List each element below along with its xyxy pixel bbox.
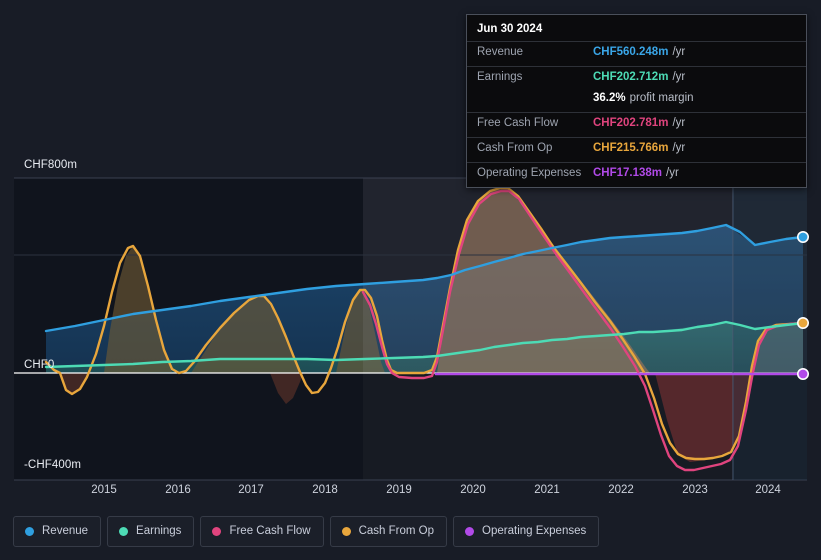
- x-tick-2022: 2022: [608, 484, 634, 496]
- chart-legend: Revenue Earnings Free Cash Flow Cash Fro…: [13, 516, 600, 547]
- tooltip-label-free-cash-flow: Free Cash Flow: [477, 117, 559, 129]
- legend-dot-revenue-icon: [25, 527, 34, 536]
- x-axis: 2015 2016 2017 2018 2019 2020 2021 2022 …: [0, 484, 821, 500]
- tooltip-value-revenue: CHF560.248m: [593, 46, 669, 58]
- endpoint-cash-from-op: [796, 316, 809, 329]
- x-tick-2017: 2017: [238, 484, 264, 496]
- endpoint-revenue: [796, 231, 809, 244]
- legend-item-free-cash-flow[interactable]: Free Cash Flow: [200, 516, 324, 547]
- tooltip-label-revenue: Revenue: [477, 46, 524, 58]
- tooltip-value-operating-expenses: CHF17.138m: [593, 167, 663, 179]
- tooltip-value-profit-margin: 36.2%: [593, 92, 626, 104]
- tooltip-suffix-cash-from-op: /yr: [672, 142, 686, 154]
- tooltip-row-cash-from-op: Cash From Op CHF215.766m /yr: [467, 137, 806, 162]
- tooltip-value-free-cash-flow: CHF202.781m: [593, 117, 669, 129]
- y-axis-label-800: CHF800m: [24, 159, 78, 171]
- data-tooltip: Jun 30 2024 Revenue CHF560.248m /yr Earn…: [466, 14, 807, 188]
- y-axis-label-zero: CHF0: [24, 359, 55, 371]
- tooltip-value-earnings: CHF202.712m: [593, 71, 669, 83]
- tooltip-suffix-revenue: /yr: [672, 46, 686, 58]
- tooltip-suffix-operating-expenses: /yr: [666, 167, 679, 179]
- endpoint-operating-expenses: [796, 367, 809, 380]
- chart-page: CHF800m CHF0 -CHF400m 2015 2016 2017 201…: [0, 0, 821, 560]
- tooltip-suffix-free-cash-flow: /yr: [672, 117, 686, 129]
- tooltip-value-cash-from-op: CHF215.766m: [593, 142, 669, 154]
- legend-label-cash-from-op: Cash From Op: [358, 525, 435, 537]
- legend-dot-free-cash-flow-icon: [212, 527, 222, 536]
- tooltip-row-revenue: Revenue CHF560.248m /yr: [467, 41, 806, 66]
- legend-label-operating-expenses: Operating Expenses: [482, 525, 587, 537]
- tooltip-label-cash-from-op: Cash From Op: [477, 142, 553, 154]
- tooltip-row-profit-margin: 36.2% profit margin: [467, 91, 806, 112]
- tooltip-suffix-profit-margin: profit margin: [629, 92, 694, 104]
- tooltip-date: Jun 30 2024: [477, 23, 543, 35]
- x-tick-2018: 2018: [312, 484, 338, 496]
- legend-label-earnings: Earnings: [136, 525, 182, 537]
- legend-label-revenue: Revenue: [42, 525, 89, 537]
- legend-item-earnings[interactable]: Earnings: [107, 516, 195, 547]
- legend-item-revenue[interactable]: Revenue: [13, 516, 102, 547]
- x-tick-2023: 2023: [682, 484, 708, 496]
- x-tick-2020: 2020: [460, 484, 486, 496]
- x-tick-2015: 2015: [91, 484, 117, 496]
- x-tick-2021: 2021: [534, 484, 560, 496]
- legend-dot-cash-from-op-icon: [341, 527, 351, 536]
- x-tick-2024: 2024: [755, 484, 781, 496]
- legend-dot-earnings-icon: [119, 527, 129, 536]
- legend-item-cash-from-op[interactable]: Cash From Op: [329, 516, 448, 547]
- tooltip-label-earnings: Earnings: [477, 71, 523, 83]
- x-tick-2019: 2019: [386, 484, 412, 496]
- tooltip-suffix-earnings: /yr: [672, 71, 686, 83]
- y-axis-label-neg400: -CHF400m: [24, 459, 82, 471]
- tooltip-row-free-cash-flow: Free Cash Flow CHF202.781m /yr: [467, 112, 806, 137]
- legend-dot-operating-expenses-icon: [465, 527, 475, 536]
- tooltip-row-operating-expenses: Operating Expenses CHF17.138m /yr: [467, 162, 806, 187]
- tooltip-row-earnings: Earnings CHF202.712m /yr: [467, 66, 806, 91]
- x-tick-2016: 2016: [165, 484, 191, 496]
- legend-item-operating-expenses[interactable]: Operating Expenses: [453, 516, 600, 547]
- legend-label-free-cash-flow: Free Cash Flow: [229, 525, 311, 537]
- tooltip-label-operating-expenses: Operating Expenses: [477, 167, 582, 179]
